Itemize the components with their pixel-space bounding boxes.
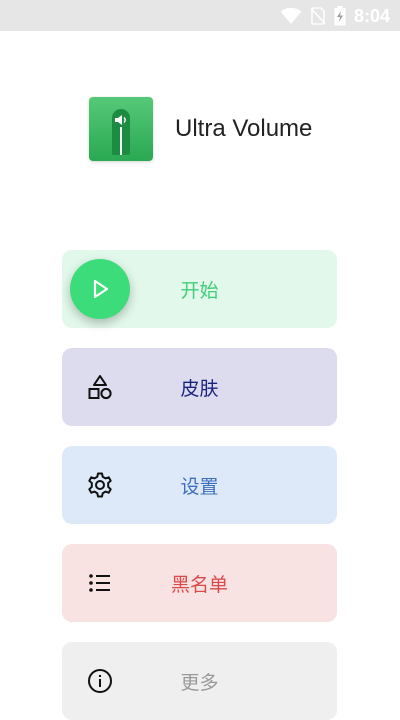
menu-item-label: 皮肤 (180, 377, 219, 400)
start-button[interactable] (70, 259, 130, 319)
menu-item-label: 设置 (180, 475, 219, 498)
status-time: 8:04 (353, 5, 390, 26)
app-header: Ultra Volume (89, 97, 349, 161)
menu-item-more[interactable]: 更多 (62, 642, 337, 720)
menu-item-settings[interactable]: 设置 (62, 446, 337, 524)
play-icon (93, 279, 109, 299)
battery-charging-icon (334, 6, 346, 26)
ultra-volume-app-icon (89, 97, 153, 161)
app-title: Ultra Volume (175, 115, 313, 142)
no-sim-icon (310, 7, 326, 25)
menu-item-label: 黑名单 (170, 573, 228, 596)
menu-item-blacklist[interactable]: 黑名单 (62, 544, 337, 622)
status-bar: 8:04 (0, 0, 400, 31)
menu-item-skins[interactable]: 皮肤 (62, 348, 337, 426)
wifi-icon (280, 7, 302, 24)
menu-item-label: 更多 (180, 671, 219, 694)
status-icons: 8:04 (280, 5, 390, 27)
